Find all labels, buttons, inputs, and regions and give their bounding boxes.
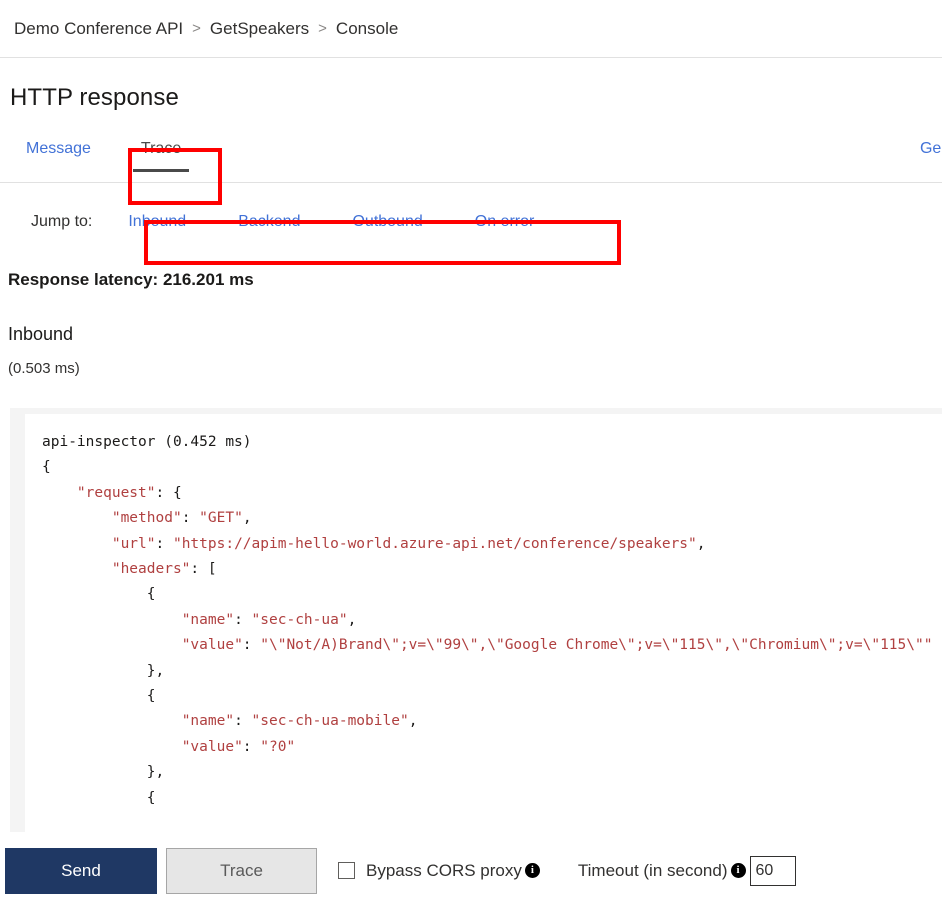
- console-action-bar: Send Trace Bypass CORS proxy i Timeout (…: [0, 832, 942, 909]
- breadcrumb-item-console: Console: [335, 18, 399, 38]
- breadcrumb-separator-icon: >: [318, 20, 327, 37]
- jump-link-backend[interactable]: Backend: [238, 213, 300, 231]
- jump-to-row: Jump to: Inbound Backend Outbound On err…: [0, 206, 942, 238]
- jump-to-label: Jump to:: [31, 213, 93, 230]
- jump-link-on-error[interactable]: On error: [475, 213, 535, 231]
- bypass-cors-checkbox[interactable]: [338, 862, 355, 879]
- trace-section-inbound-title: Inbound: [8, 324, 74, 344]
- jump-link-outbound[interactable]: Outbound: [352, 213, 422, 231]
- trace-button[interactable]: Trace: [166, 847, 317, 894]
- info-icon[interactable]: i: [524, 863, 540, 878]
- breadcrumb-item-operation[interactable]: GetSpeakers: [210, 19, 309, 39]
- bypass-cors-label: Bypass CORS proxy: [366, 860, 522, 880]
- timeout-label: Timeout (in second): [577, 860, 728, 880]
- trace-section-inbound-duration: (0.503 ms): [8, 360, 80, 377]
- jump-link-inbound[interactable]: Inbound: [128, 213, 186, 231]
- bypass-cors-group: Bypass CORS proxy i: [338, 861, 540, 881]
- timeout-group: Timeout (in second) i: [577, 855, 796, 886]
- breadcrumb: Demo Conference API > GetSpeakers > Cons…: [0, 0, 942, 58]
- trace-code-scroll-area[interactable]: api-inspector (0.452 ms) { "request": { …: [25, 414, 942, 832]
- trace-code-content: api-inspector (0.452 ms) { "request": { …: [42, 434, 933, 806]
- response-latency: Response latency: 216.201 ms: [8, 270, 254, 289]
- generate-debug-token-link[interactable]: Generate d: [920, 140, 942, 158]
- trace-code-panel: api-inspector (0.452 ms) { "request": { …: [10, 408, 942, 832]
- response-tabs: Message Trace Generate d: [0, 134, 942, 183]
- info-icon[interactable]: i: [730, 863, 746, 878]
- page-title: HTTP response: [10, 84, 179, 111]
- breadcrumb-separator-icon: >: [192, 20, 201, 37]
- tab-trace[interactable]: Trace: [129, 134, 193, 172]
- tab-message[interactable]: Message: [14, 134, 103, 172]
- breadcrumb-item-api[interactable]: Demo Conference API: [14, 19, 183, 39]
- send-button[interactable]: Send: [5, 847, 157, 894]
- timeout-input[interactable]: [749, 855, 796, 886]
